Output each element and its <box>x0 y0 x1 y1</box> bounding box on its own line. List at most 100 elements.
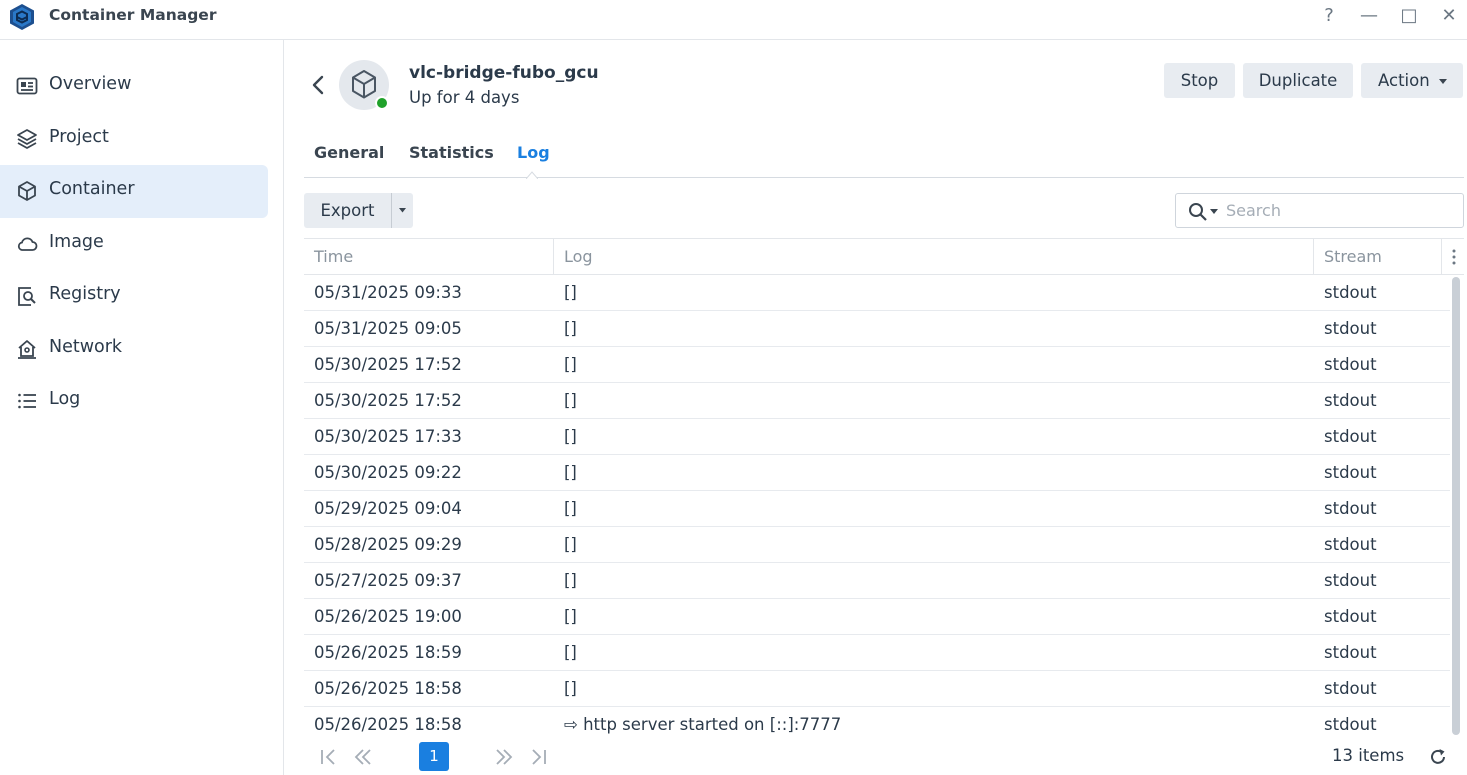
log-time-cell: 05/28/2025 09:29 <box>314 535 462 554</box>
table-row[interactable]: 05/29/2025 09:04 [] stdout <box>304 491 1450 527</box>
search-box <box>1175 193 1464 228</box>
log-stream-cell: stdout <box>1324 391 1377 410</box>
table-row[interactable]: 05/31/2025 09:05 [] stdout <box>304 311 1450 347</box>
table-row[interactable]: 05/28/2025 09:29 [] stdout <box>304 527 1450 563</box>
action-button-label: Action <box>1378 71 1430 90</box>
column-header-log[interactable]: Log <box>564 239 593 275</box>
cube-icon <box>18 181 36 201</box>
log-time-cell: 05/30/2025 17:33 <box>314 427 462 446</box>
table-row[interactable]: 05/30/2025 17:52 [] stdout <box>304 383 1450 419</box>
log-time-cell: 05/26/2025 18:58 <box>314 715 462 734</box>
table-row[interactable]: 05/31/2025 09:33 [] stdout <box>304 275 1450 311</box>
container-status: Up for 4 days <box>409 88 520 107</box>
log-time-cell: 05/31/2025 09:33 <box>314 283 462 302</box>
log-message-cell: [] <box>564 571 577 590</box>
export-button[interactable]: Export <box>304 193 391 228</box>
page-button-current[interactable]: 1 <box>419 742 449 771</box>
log-stream-cell: stdout <box>1324 607 1377 626</box>
column-resize-handle[interactable] <box>553 239 554 275</box>
log-stream-cell: stdout <box>1324 427 1377 446</box>
log-stream-cell: stdout <box>1324 535 1377 554</box>
column-resize-handle[interactable] <box>1441 239 1442 275</box>
log-message-cell: [] <box>564 535 577 554</box>
pagination-bar: 1 13 items <box>304 738 1464 775</box>
next-page-icon[interactable] <box>493 746 515 768</box>
action-button[interactable]: Action <box>1361 63 1463 98</box>
list-icon <box>18 393 36 409</box>
log-message-cell: [] <box>564 499 577 518</box>
log-time-cell: 05/26/2025 18:59 <box>314 643 462 662</box>
log-time-cell: 05/30/2025 17:52 <box>314 391 462 410</box>
layers-icon <box>17 129 37 149</box>
log-message-cell: [] <box>564 643 577 662</box>
back-arrow-icon[interactable] <box>308 72 328 98</box>
log-time-cell: 05/31/2025 09:05 <box>314 319 462 338</box>
log-stream-cell: stdout <box>1324 499 1377 518</box>
table-row[interactable]: 05/30/2025 09:22 [] stdout <box>304 455 1450 491</box>
log-stream-cell: stdout <box>1324 643 1377 662</box>
tab-statistics[interactable]: Statistics <box>409 143 494 162</box>
log-message-cell: ⇨ http server started on [::]:7777 <box>564 715 842 734</box>
log-message-cell: [] <box>564 607 577 626</box>
table-row[interactable]: 05/26/2025 18:59 [] stdout <box>304 635 1450 671</box>
item-count: 13 items <box>1332 746 1405 765</box>
log-stream-cell: stdout <box>1324 571 1377 590</box>
minimize-button[interactable]: — <box>1358 6 1380 26</box>
column-menu-icon[interactable] <box>1446 248 1462 266</box>
table-body: 05/31/2025 09:33 [] stdout 05/31/2025 09:05… <box>304 275 1450 738</box>
column-header-time[interactable]: Time <box>314 239 353 275</box>
duplicate-button[interactable]: Duplicate <box>1243 63 1353 98</box>
first-page-icon[interactable] <box>318 746 340 768</box>
log-message-cell: [] <box>564 283 577 302</box>
search-icon[interactable] <box>1188 202 1208 222</box>
log-stream-cell: stdout <box>1324 355 1377 374</box>
table-header: Time Log Stream <box>304 238 1464 275</box>
search-input[interactable] <box>1226 195 1456 226</box>
help-button[interactable]: ? <box>1318 6 1340 26</box>
running-status-dot <box>375 96 389 110</box>
table-row[interactable]: 05/26/2025 18:58 ⇨ http server started on… <box>304 707 1450 738</box>
stop-button[interactable]: Stop <box>1164 63 1235 98</box>
last-page-icon[interactable] <box>527 746 549 768</box>
log-time-cell: 05/30/2025 09:22 <box>314 463 462 482</box>
sidebar-item-network[interactable]: Network <box>0 323 268 376</box>
sidebar-item-overview[interactable]: Overview <box>0 60 268 113</box>
table-row[interactable]: 05/27/2025 09:37 [] stdout <box>304 563 1450 599</box>
table-row[interactable]: 05/30/2025 17:33 [] stdout <box>304 419 1450 455</box>
table-row[interactable]: 05/30/2025 17:52 [] stdout <box>304 347 1450 383</box>
sidebar-item-registry[interactable]: Registry <box>0 270 268 323</box>
refresh-icon[interactable] <box>1428 747 1448 767</box>
sidebar-item-label: Image <box>49 232 104 252</box>
log-message-cell: [] <box>564 679 577 698</box>
table-row[interactable]: 05/26/2025 18:58 [] stdout <box>304 671 1450 707</box>
sidebar-item-label: Registry <box>49 284 121 304</box>
sidebar-item-project[interactable]: Project <box>0 113 268 166</box>
sidebar-item-label: Container <box>49 179 135 199</box>
tab-general[interactable]: General <box>314 143 384 162</box>
close-button[interactable]: ✕ <box>1438 6 1460 26</box>
sidebar-item-label: Project <box>49 127 109 147</box>
export-button-group: Export <box>304 193 413 228</box>
log-stream-cell: stdout <box>1324 463 1377 482</box>
sidebar: Overview Project Container Image Registr… <box>0 40 284 775</box>
export-dropdown-caret-icon[interactable] <box>392 193 413 228</box>
column-resize-handle[interactable] <box>1313 239 1314 275</box>
log-time-cell: 05/26/2025 19:00 <box>314 607 462 626</box>
sidebar-item-log[interactable]: Log <box>0 375 268 428</box>
maximize-button[interactable]: □ <box>1398 6 1420 26</box>
tab-bar: General Statistics Log <box>304 135 1464 179</box>
app-title: Container Manager <box>49 6 217 24</box>
sidebar-item-image[interactable]: Image <box>0 218 268 271</box>
log-time-cell: 05/30/2025 17:52 <box>314 355 462 374</box>
tab-log[interactable]: Log <box>517 143 550 162</box>
caret-down-icon[interactable] <box>1210 209 1218 214</box>
sidebar-item-container[interactable]: Container <box>0 165 268 218</box>
column-header-stream[interactable]: Stream <box>1324 239 1382 275</box>
log-message-cell: [] <box>564 427 577 446</box>
sidebar-item-label: Log <box>49 389 81 409</box>
title-bar: Container Manager ? — □ ✕ <box>0 0 1467 40</box>
table-row[interactable]: 05/26/2025 19:00 [] stdout <box>304 599 1450 635</box>
log-time-cell: 05/26/2025 18:58 <box>314 679 462 698</box>
vertical-scrollbar[interactable] <box>1452 277 1460 735</box>
previous-page-icon[interactable] <box>352 746 374 768</box>
